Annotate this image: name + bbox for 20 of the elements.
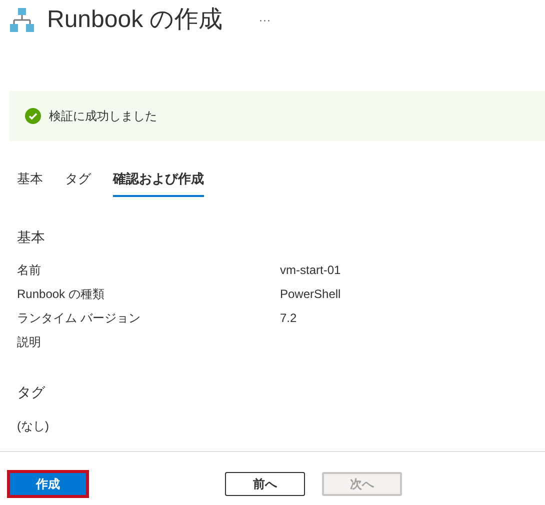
create-button[interactable]: 作成 (7, 470, 89, 498)
banner-message: 検証に成功しました (49, 108, 157, 125)
field-value: PowerShell (280, 286, 341, 302)
more-button[interactable]: ··· (258, 11, 271, 29)
field-value: vm-start-01 (280, 262, 341, 278)
hierarchy-icon (9, 7, 35, 33)
field-value: 7.2 (280, 310, 297, 326)
section-heading: タグ (17, 382, 46, 402)
section-heading: 基本 (17, 228, 46, 246)
field-label: 説明 (17, 334, 42, 350)
page-title: Runbook の作成 (47, 8, 223, 32)
tab[interactable]: 基本 (17, 169, 43, 196)
check-circle-icon (25, 108, 41, 124)
field-label: 名前 (17, 262, 42, 278)
tab[interactable]: 確認および作成 (113, 169, 204, 196)
nav-button[interactable]: 前へ (225, 472, 305, 496)
tab[interactable]: タグ (65, 169, 91, 196)
field-label: Runbook の種類 (17, 286, 106, 302)
field-label: ランタイム バージョン (17, 310, 142, 326)
empty-note: (なし) (17, 418, 50, 434)
